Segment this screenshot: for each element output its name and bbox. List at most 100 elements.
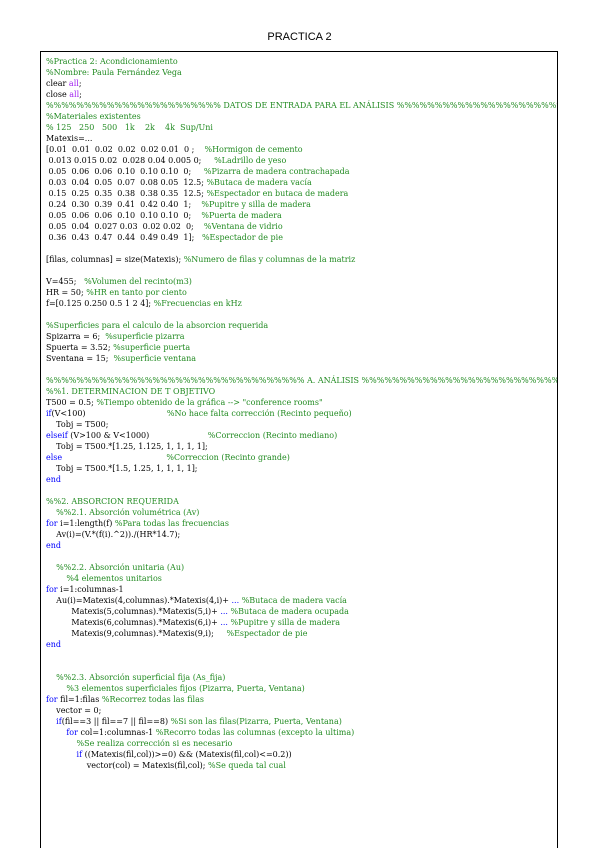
code-text: (fil==3 || fil==7 || fil==8) [61, 717, 171, 726]
code-line: %Practica 2: Acondicionamiento [46, 56, 557, 67]
code-line: Av(i)=(V.*(f(i).^2))./(HR*14.7); [46, 529, 557, 540]
code-keyword: elseif [46, 431, 68, 440]
code-text: [filas, columnas] = size(Matexis); [46, 255, 184, 264]
code-line: %Nombre: Paula Fernández Vega [46, 67, 557, 78]
code-text: 0.24 0.30 0.39 0.41 0.42 0.40 1; [46, 200, 202, 209]
code-comment: %Practica 2: Acondicionamiento [46, 57, 178, 66]
code-comment: %Se queda tal cual [208, 761, 286, 770]
code-text: 0.36 0.43 0.47 0.44 0.49 0.49 1]; [46, 233, 202, 242]
code-text: Spizarra = 6; [46, 332, 106, 341]
code-comment: %Recorro todas las columnas (excepto la … [155, 728, 355, 737]
code-line: vector(col) = Matexis(fil,col); %Se qued… [46, 760, 557, 771]
code-comment: %Recorrez todas las filas [101, 695, 204, 704]
code-comment: %Superficies para el calculo de la absor… [46, 321, 269, 330]
code-comment: %Espectador en butaca de madera [206, 189, 349, 198]
code-comment: %Si son las filas(Pizarra, Puerta, Venta… [170, 717, 342, 726]
code-text: vector(col) = Matexis(fil,col); [46, 761, 209, 770]
code-line: Tobj = T500.*[1.5, 1.25, 1, 1, 1, 1]; [46, 463, 557, 474]
code-line: if(V<100) %No hace falta corrección (Rec… [46, 408, 557, 419]
code-line: %%2. ABSORCION REQUERIDA [46, 496, 557, 507]
code-comment: %Espectador de pie [201, 233, 283, 242]
code-text: Av(i)=(V.*(f(i).^2))./(HR*14.7); [46, 530, 181, 539]
code-comment: %Espectador de pie [226, 629, 308, 638]
code-line: %Materiales existentes [46, 111, 557, 122]
code-comment: %Correccion (Recinto mediano) [207, 431, 338, 440]
code-line: for col=1:columnas-1 %Recorro todas las … [46, 727, 557, 738]
code-line: 0.24 0.30 0.39 0.41 0.42 0.40 1; %Pupitr… [46, 199, 557, 210]
code-text: i=1:columnas-1 [57, 585, 124, 594]
code-text: ; [78, 79, 82, 88]
code-keyword: for [46, 519, 58, 528]
code-comment: %Ventana de vidrio [203, 222, 283, 231]
code-text: Tobj = T500; [46, 420, 109, 429]
code-line: end [46, 474, 557, 485]
code-comment: % 125 250 500 1k 2k 4k Sup/Uni [46, 123, 213, 132]
code-line: end [46, 639, 557, 650]
code-line: for i=1:length(f) %Para todas las frecue… [46, 518, 557, 529]
code-text: Tobj = T500.*[1.25, 1.125, 1, 1, 1, 1]; [46, 442, 208, 451]
code-comment: %Butaca de madera vacía [206, 178, 312, 187]
code-comment: %Correccion (Recinto grande) [166, 453, 290, 462]
code-line: ​ [46, 661, 557, 672]
code-line: end [46, 540, 557, 551]
code-listing: %Practica 2: Acondicionamiento %Nombre: P… [46, 56, 557, 771]
code-text: 0.05 0.06 0.06 0.10 0.10 0.10 0; [46, 167, 204, 176]
code-comment: %Hormigon de cemento [204, 145, 303, 154]
code-text: Matexis(6,columnas).*Matexis(6,i)+ [46, 618, 221, 627]
code-line: %%1. DETERMINACION DE T OBJETIVO [46, 386, 557, 397]
code-line: %%2.2. Absorción unitaria (Au) [46, 562, 557, 573]
code-comment: %Pupitre y silla de madera [201, 200, 311, 209]
code-line: 0.013 0.015 0.02 0.028 0.04 0.005 0; %La… [46, 155, 557, 166]
code-line: Au(i)=Matexis(4,columnas).*Matexis(4,i)+… [46, 595, 557, 606]
code-line: ​ [46, 650, 557, 661]
code-line: Spuerta = 3.52; %superficie puerta [46, 342, 557, 353]
code-text: ((Matexis(fil,col))>=0) && (Matexis(fil,… [82, 750, 292, 759]
code-string: all [68, 79, 79, 88]
code-comment: %3 elementos superficiales fijos (Pizarr… [66, 684, 305, 693]
code-comment: %superficie pizarra [105, 332, 185, 341]
code-line: 0.05 0.06 0.06 0.10 0.10 0.10 0; %Pizarr… [46, 166, 557, 177]
code-line: V=455; %Volumen del recinto(m3) [46, 276, 557, 287]
code-text: Spuerta = 3.52; [46, 343, 114, 352]
code-line: f=[0.125 0.250 0.5 1 2 4]; %Frecuencias … [46, 298, 557, 309]
code-comment: %Se realiza corrección si es necesario [76, 739, 233, 748]
code-line: %4 elementos unitarios [46, 573, 557, 584]
code-comment: %Pizarra de madera contrachapada [203, 167, 350, 176]
code-line: %3 elementos superficiales fijos (Pizarr… [46, 683, 557, 694]
code-keyword: else [46, 453, 63, 462]
code-text: (V<100) [51, 409, 167, 418]
code-line: close all; [46, 89, 557, 100]
code-text: clear [46, 79, 69, 88]
code-text: T500 = 0.5; [46, 398, 97, 407]
code-line: 0.05 0.04 0.027 0.03 0.02 0.02 0; %Venta… [46, 221, 557, 232]
code-comment: %%2.3. Absorción superficial fija (As_fi… [56, 673, 226, 682]
code-line: else %Correccion (Recinto grande) [46, 452, 557, 463]
code-line: Matexis(6,columnas).*Matexis(6,i)+ ... %… [46, 617, 557, 628]
code-line: 0.03 0.04 0.05 0.07 0.08 0.05 12.5; %But… [46, 177, 557, 188]
code-text: Au(i)=Matexis(4,columnas).*Matexis(4,i)+ [46, 596, 232, 605]
code-comment: %%2. ABSORCION REQUERIDA [46, 497, 179, 506]
code-line: ​ [46, 364, 557, 375]
code-line: 0.36 0.43 0.47 0.44 0.49 0.49 1]; %Espec… [46, 232, 557, 243]
code-text: 0.15 0.25 0.35 0.38 0.38 0.35 12.5; [46, 189, 207, 198]
code-keyword: for [46, 585, 58, 594]
code-line: 0.15 0.25 0.35 0.38 0.38 0.35 12.5; %Esp… [46, 188, 557, 199]
page-title: PRACTICA 2 [267, 31, 332, 43]
code-comment: %superficie puerta [113, 343, 191, 352]
code-listing-box: %Practica 2: Acondicionamiento %Nombre: P… [40, 51, 558, 848]
code-line: Spizarra = 6; %superficie pizarra [46, 331, 557, 342]
code-text: vector = 0; [46, 706, 102, 715]
code-comment: %Ladrillo de yeso [214, 156, 287, 165]
code-line: Sventana = 15; %superficie ventana [46, 353, 557, 364]
code-comment: %Materiales existentes [46, 112, 141, 121]
code-comment: %No hace falta corrección (Recinto peque… [166, 409, 352, 418]
code-line: %%2.1. Absorción volumétrica (Av) [46, 507, 557, 518]
code-comment: %HR en tanto por ciento [86, 288, 187, 297]
code-text: Tobj = T500.*[1.5, 1.25, 1, 1, 1, 1]; [46, 464, 198, 473]
code-text: V=455; [46, 277, 85, 286]
